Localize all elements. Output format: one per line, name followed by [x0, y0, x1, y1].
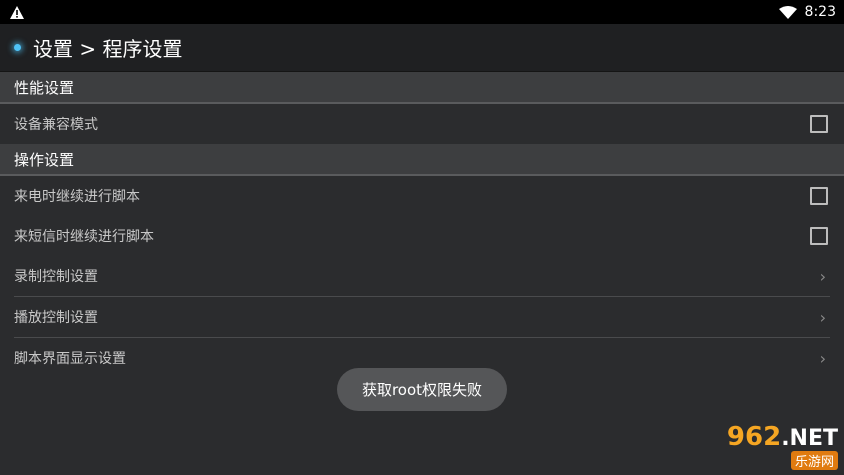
watermark-number: 962 [726, 421, 782, 452]
app-icon[interactable] [14, 44, 21, 51]
setting-playback-control[interactable]: 播放控制设置 › [0, 297, 844, 337]
setting-device-compat[interactable]: 设备兼容模式 [0, 104, 844, 144]
wifi-icon [778, 5, 797, 19]
watermark-logo: 962.NET 乐游网 [702, 421, 838, 470]
setting-label: 录制控制设置 [14, 269, 98, 285]
setting-label: 播放控制设置 [14, 310, 98, 326]
page-title: 设置 > 程序设置 [33, 37, 183, 61]
status-bar: 8:23 [0, 0, 844, 24]
toast-message: 获取root权限失败 [337, 368, 507, 411]
settings-list: 性能设置 设备兼容模式 操作设置 来电时继续进行脚本 来短信时继续进行脚本 录制… [0, 72, 844, 378]
setting-label: 脚本界面显示设置 [14, 351, 126, 367]
section-header-performance: 性能设置 [0, 72, 844, 104]
watermark-tld: .NET [781, 425, 838, 451]
warning-icon [10, 5, 24, 19]
setting-label: 来短信时继续进行脚本 [14, 229, 154, 245]
app-bar: 设置 > 程序设置 [0, 24, 844, 72]
chevron-right-icon: › [819, 307, 826, 327]
setting-label: 来电时继续进行脚本 [14, 189, 140, 205]
continue-on-call-checkbox[interactable] [810, 187, 828, 205]
section-header-operation: 操作设置 [0, 144, 844, 176]
device-compat-checkbox[interactable] [810, 115, 828, 133]
status-time: 8:23 [804, 4, 836, 20]
chevron-right-icon: › [819, 348, 826, 368]
setting-record-control[interactable]: 录制控制设置 › [0, 256, 844, 296]
watermark-cn: 乐游网 [790, 450, 838, 470]
setting-continue-on-sms[interactable]: 来短信时继续进行脚本 [0, 216, 844, 256]
chevron-right-icon: › [819, 266, 826, 286]
setting-continue-on-call[interactable]: 来电时继续进行脚本 [0, 176, 844, 216]
continue-on-sms-checkbox[interactable] [810, 227, 828, 245]
setting-label: 设备兼容模式 [14, 117, 98, 133]
